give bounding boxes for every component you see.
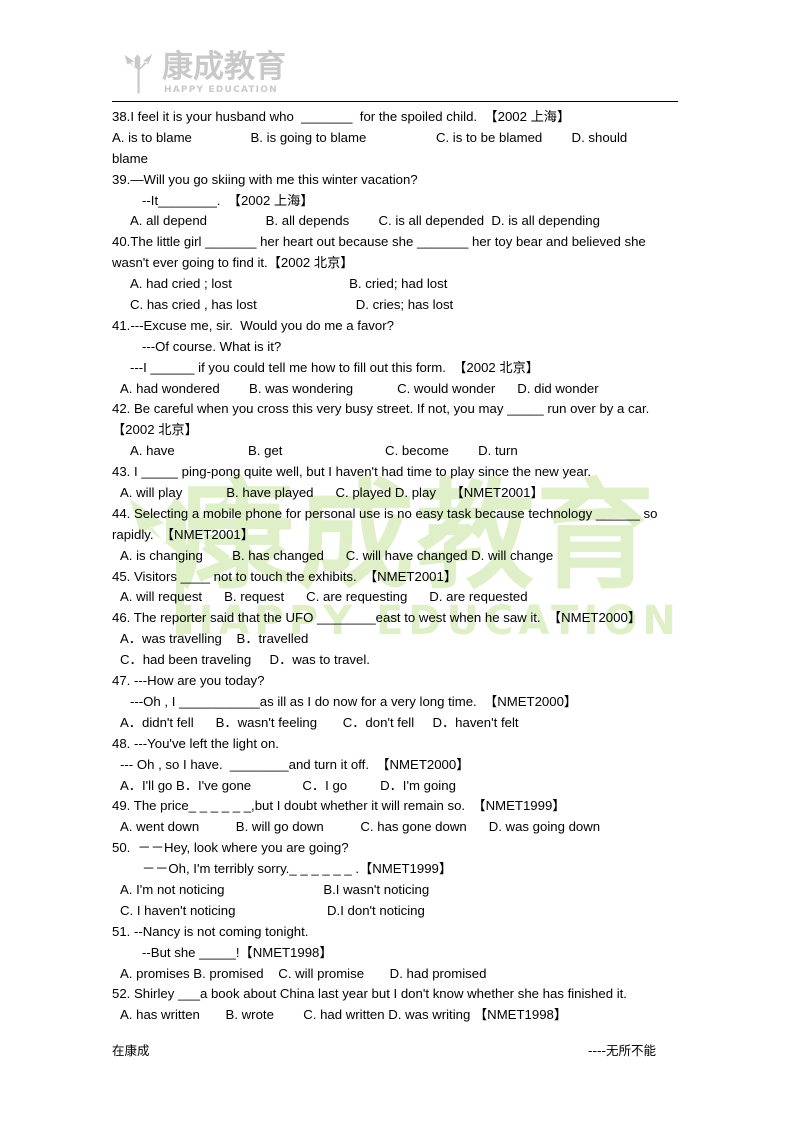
logo-english-text: HAPPY EDUCATION	[164, 85, 278, 95]
question-line: ---Oh , I ___________as ill as I do now …	[130, 693, 578, 709]
header-divider	[112, 101, 678, 102]
question-line: 52. Shirley ___a book about China last y…	[112, 986, 627, 1002]
question-line: A. will play B. have played C. played D.…	[120, 485, 544, 501]
question-line: --But she _____!【NMET1998】	[142, 944, 333, 960]
question-line: 51. --Nancy is not coming tonight.	[112, 923, 309, 939]
question-line: A. all depend B. all depends C. is all d…	[130, 213, 600, 229]
question-line: --It________. 【2002 上海】	[142, 192, 314, 208]
question-line: 46. The reporter said that the UFO _____…	[112, 610, 641, 626]
question-line: 40.The little girl _______ her heart out…	[112, 234, 646, 250]
question-line: A. has written B. wrote C. had written D…	[120, 1007, 568, 1023]
question-line: 【2002 北京】	[112, 422, 198, 438]
question-list: 38.I feel it is your husband who _______…	[112, 107, 682, 1026]
question-line: A. is to blame B. is going to blame C. i…	[112, 129, 628, 145]
logo-mark-icon	[124, 53, 153, 94]
footer-right-text: ----无所不能	[587, 1042, 656, 1058]
footer-left-text: 在康成	[112, 1042, 150, 1058]
question-line: blame	[112, 150, 148, 166]
question-line: 38.I feel it is your husband who _______…	[112, 109, 571, 124]
question-line: －－Oh, I'm terribly sorry._ _ _ _ _ _ .【N…	[142, 861, 453, 877]
question-line: rapidly. 【NMET2001】	[112, 526, 254, 542]
brand-logo: 康成教育 HAPPY EDUCATION	[118, 50, 308, 98]
question-line: 41.---Excuse me, sir. Would you do me a …	[112, 317, 394, 333]
question-line: 48. ---You've left the light on.	[112, 735, 279, 751]
question-line: A. I'm not noticing B.I wasn't noticing	[120, 881, 430, 897]
question-line: A. had cried ; lost B. cried; had lost	[130, 276, 448, 292]
question-line: wasn't ever going to find it.【2002 北京】	[112, 255, 354, 271]
question-line: 47. ---How are you today?	[112, 673, 265, 689]
question-line: --- Oh , so I have. ________and turn it …	[120, 756, 470, 772]
question-line: ---I ______ if you could tell me how to …	[130, 359, 539, 375]
question-line: A. went down B. will go down C. has gone…	[120, 819, 601, 835]
question-line: 50. －－Hey, look where you are going?	[112, 840, 349, 856]
question-line: C. I haven't noticing D.I don't noticing	[120, 902, 425, 918]
question-line: C．had been traveling D．was to travel.	[120, 652, 370, 668]
question-line: 45. Visitors ____ not to touch the exhib…	[112, 568, 458, 584]
question-line: C. has cried , has lost D. cries; has lo…	[130, 297, 454, 313]
document-page: 康成教育 HAPPY EDUCATION 康成教育 HAPPY EDUCATIO…	[0, 0, 794, 1123]
question-line: A．didn't fell B．wasn't feeling C．don't f…	[120, 714, 519, 730]
page-footer: 在康成 ----无所不能	[112, 1039, 678, 1059]
question-line: 39.—Will you go skiing with me this wint…	[112, 171, 418, 187]
question-line: A. is changing B. has changed C. will ha…	[120, 547, 554, 563]
question-line: 42. Be careful when you cross this very …	[112, 401, 650, 417]
logo-chinese-text: 康成教育	[162, 49, 286, 85]
question-line: ---Of course. What is it?	[142, 338, 282, 354]
question-line: A．was travelling B．travelled	[120, 631, 309, 647]
question-line: A. have B. get C. become D. turn	[130, 443, 518, 459]
question-line: A. will request B. request C. are reques…	[120, 589, 528, 605]
question-line: 49. The price_ _ _ _ _ _,but I doubt whe…	[112, 798, 566, 814]
question-line: A. had wondered B. was wondering C. woul…	[120, 380, 599, 396]
question-line: 44. Selecting a mobile phone for persona…	[112, 505, 658, 521]
question-line: A. promises B. promised C. will promise …	[120, 965, 487, 981]
question-line: A．I'll go B．I've gone C．I go D．I'm going	[120, 777, 456, 793]
question-line: 43. I _____ ping-pong quite well, but I …	[112, 464, 592, 480]
